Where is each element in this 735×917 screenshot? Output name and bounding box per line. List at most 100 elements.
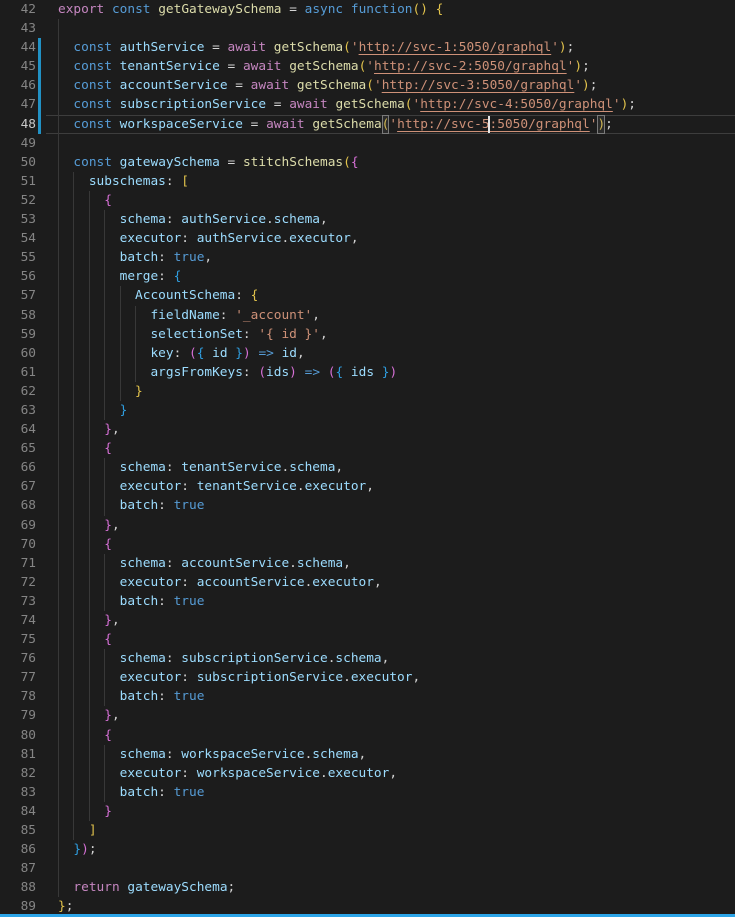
- code-line[interactable]: 52 {: [0, 191, 735, 210]
- code-line[interactable]: 57 AccountSchema: {: [0, 286, 735, 305]
- code-line[interactable]: 43: [0, 19, 735, 38]
- code-line[interactable]: 61 argsFromKeys: (ids) => ({ ids }): [0, 363, 735, 382]
- code-line[interactable]: 77 executor: subscriptionService.executo…: [0, 668, 735, 687]
- line-number[interactable]: 80: [0, 726, 36, 745]
- code-line[interactable]: 45 const tenantService = await getSchema…: [0, 57, 735, 76]
- code-line[interactable]: 55 batch: true,: [0, 248, 735, 267]
- line-number[interactable]: 69: [0, 516, 36, 535]
- line-number[interactable]: 51: [0, 172, 36, 191]
- line-number[interactable]: 88: [0, 878, 36, 897]
- line-number[interactable]: 87: [0, 859, 36, 878]
- line-number[interactable]: 82: [0, 764, 36, 783]
- line-number[interactable]: 79: [0, 706, 36, 725]
- code-line[interactable]: 50 const gatewaySchema = stitchSchemas({: [0, 153, 735, 172]
- line-number[interactable]: 77: [0, 668, 36, 687]
- code-line[interactable]: 46 const accountService = await getSchem…: [0, 76, 735, 95]
- line-number[interactable]: 81: [0, 745, 36, 764]
- line-number[interactable]: 68: [0, 496, 36, 515]
- code-line[interactable]: 73 batch: true: [0, 592, 735, 611]
- code-line[interactable]: 69 },: [0, 516, 735, 535]
- line-number[interactable]: 50: [0, 153, 36, 172]
- code-line[interactable]: 56 merge: {: [0, 267, 735, 286]
- line-number[interactable]: 86: [0, 840, 36, 859]
- code-line[interactable]: 72 executor: accountService.executor,: [0, 573, 735, 592]
- line-number[interactable]: 64: [0, 420, 36, 439]
- line-number[interactable]: 47: [0, 95, 36, 114]
- code-line[interactable]: 88 return gatewaySchema;: [0, 878, 735, 897]
- line-number[interactable]: 60: [0, 344, 36, 363]
- line-number[interactable]: 63: [0, 401, 36, 420]
- line-number[interactable]: 46: [0, 76, 36, 95]
- code-line[interactable]: 63 }: [0, 401, 735, 420]
- code-line[interactable]: 74 },: [0, 611, 735, 630]
- line-number[interactable]: 84: [0, 802, 36, 821]
- code-line[interactable]: 42export const getGatewaySchema = async …: [0, 0, 735, 19]
- git-modified-indicator[interactable]: [38, 57, 41, 76]
- line-number[interactable]: 75: [0, 630, 36, 649]
- code-line[interactable]: 59 selectionSet: '{ id }',: [0, 325, 735, 344]
- git-modified-indicator[interactable]: [38, 76, 41, 95]
- code-line[interactable]: 80 {: [0, 726, 735, 745]
- line-number[interactable]: 54: [0, 229, 36, 248]
- line-number[interactable]: 83: [0, 783, 36, 802]
- code-line[interactable]: 58 fieldName: '_account',: [0, 306, 735, 325]
- line-number[interactable]: 70: [0, 535, 36, 554]
- line-number[interactable]: 48: [0, 115, 36, 134]
- code-line[interactable]: 49: [0, 134, 735, 153]
- line-number[interactable]: 58: [0, 306, 36, 325]
- line-number[interactable]: 85: [0, 821, 36, 840]
- line-number[interactable]: 74: [0, 611, 36, 630]
- line-number[interactable]: 56: [0, 267, 36, 286]
- line-number[interactable]: 43: [0, 19, 36, 38]
- code-line[interactable]: 76 schema: subscriptionService.schema,: [0, 649, 735, 668]
- code-line[interactable]: 86 });: [0, 840, 735, 859]
- code-line[interactable]: 65 {: [0, 439, 735, 458]
- indent-guide: [58, 821, 59, 840]
- code-line[interactable]: 87: [0, 859, 735, 878]
- code-line[interactable]: 83 batch: true: [0, 783, 735, 802]
- line-number[interactable]: 59: [0, 325, 36, 344]
- line-number[interactable]: 78: [0, 687, 36, 706]
- code-line[interactable]: 66 schema: tenantService.schema,: [0, 458, 735, 477]
- code-line[interactable]: 44 const authService = await getSchema('…: [0, 38, 735, 57]
- code-line[interactable]: 60 key: ({ id }) => id,: [0, 344, 735, 363]
- line-number[interactable]: 65: [0, 439, 36, 458]
- code-line[interactable]: 85 ]: [0, 821, 735, 840]
- line-number[interactable]: 67: [0, 477, 36, 496]
- code-line[interactable]: 84 }: [0, 802, 735, 821]
- line-number[interactable]: 57: [0, 286, 36, 305]
- line-number[interactable]: 72: [0, 573, 36, 592]
- code-line[interactable]: 62 }: [0, 382, 735, 401]
- line-number[interactable]: 44: [0, 38, 36, 57]
- line-number[interactable]: 61: [0, 363, 36, 382]
- line-number[interactable]: 49: [0, 134, 36, 153]
- code-line[interactable]: 79 },: [0, 706, 735, 725]
- code-line[interactable]: 82 executor: workspaceService.executor,: [0, 764, 735, 783]
- code-line[interactable]: 48 const workspaceService = await getSch…: [0, 115, 735, 134]
- code-line[interactable]: 81 schema: workspaceService.schema,: [0, 745, 735, 764]
- line-number[interactable]: 66: [0, 458, 36, 477]
- line-number[interactable]: 45: [0, 57, 36, 76]
- line-number[interactable]: 52: [0, 191, 36, 210]
- code-line[interactable]: 54 executor: authService.executor,: [0, 229, 735, 248]
- code-line[interactable]: 68 batch: true: [0, 496, 735, 515]
- code-line[interactable]: 71 schema: accountService.schema,: [0, 554, 735, 573]
- code-line[interactable]: 67 executor: tenantService.executor,: [0, 477, 735, 496]
- code-line[interactable]: 64 },: [0, 420, 735, 439]
- line-number[interactable]: 73: [0, 592, 36, 611]
- code-line[interactable]: 75 {: [0, 630, 735, 649]
- line-number[interactable]: 42: [0, 0, 36, 19]
- line-number[interactable]: 53: [0, 210, 36, 229]
- line-number[interactable]: 62: [0, 382, 36, 401]
- code-line[interactable]: 78 batch: true: [0, 687, 735, 706]
- git-modified-indicator[interactable]: [38, 115, 41, 134]
- code-line[interactable]: 70 {: [0, 535, 735, 554]
- line-number[interactable]: 76: [0, 649, 36, 668]
- git-modified-indicator[interactable]: [38, 38, 41, 57]
- git-modified-indicator[interactable]: [38, 95, 41, 114]
- code-line[interactable]: 53 schema: authService.schema,: [0, 210, 735, 229]
- code-line[interactable]: 51 subschemas: [: [0, 172, 735, 191]
- code-line[interactable]: 47 const subscriptionService = await get…: [0, 95, 735, 114]
- line-number[interactable]: 55: [0, 248, 36, 267]
- line-number[interactable]: 71: [0, 554, 36, 573]
